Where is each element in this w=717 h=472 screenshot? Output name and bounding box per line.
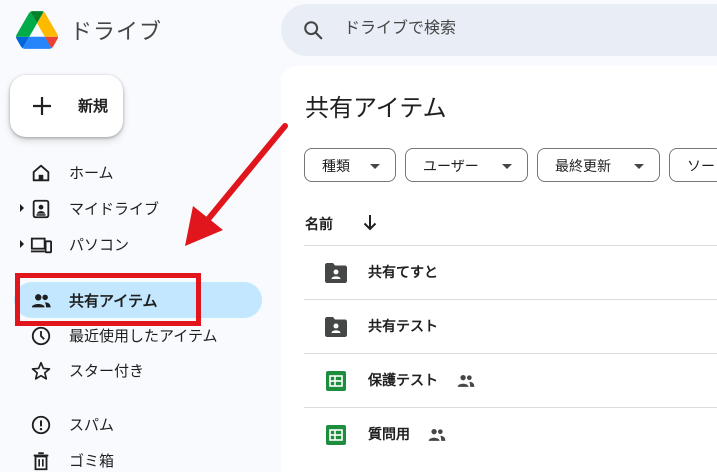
file-name: 共有テスト (368, 319, 438, 335)
dropdown-arrow-icon (502, 164, 512, 169)
page-title: 共有アイテム (305, 94, 447, 122)
search-input[interactable] (344, 18, 644, 37)
computers-icon (30, 237, 52, 254)
search-icon[interactable] (302, 19, 324, 41)
filter-label: 種類 (322, 159, 350, 175)
trash-icon (33, 452, 49, 471)
shared-folder-icon (325, 317, 347, 337)
file-name: 保護テスト (368, 373, 438, 389)
expand-caret-icon[interactable] (20, 204, 24, 212)
sidebar-item-trash[interactable]: ゴミ箱 (14, 442, 262, 472)
main-content: 共有アイテム 種類 ユーザー 最終更新 ソー 名前 共有てすと 共有テスト 保護… (281, 66, 717, 472)
sheets-icon (326, 425, 346, 445)
app-title: ドライブ (70, 20, 163, 45)
file-name: 共有てすと (368, 265, 438, 281)
plus-icon (33, 97, 51, 115)
file-row[interactable]: 保護テスト (304, 353, 717, 407)
shared-people-icon (457, 375, 475, 387)
clock-icon (31, 326, 51, 346)
dropdown-arrow-icon (370, 164, 380, 169)
file-row[interactable]: 共有てすと (304, 245, 717, 299)
star-icon (31, 361, 51, 380)
filter-label: 最終更新 (555, 159, 611, 175)
sheets-icon (326, 371, 346, 391)
file-row[interactable]: 共有テスト (304, 299, 717, 353)
home-icon (32, 164, 50, 182)
spam-icon (31, 415, 51, 435)
sidebar-item-label: ホーム (69, 164, 114, 182)
annotation-highlight-box (15, 273, 201, 326)
filter-source-button[interactable]: ソー (669, 148, 717, 182)
app-header: ドライブ (0, 0, 717, 62)
shared-folder-icon (325, 263, 347, 283)
drive-logo-icon[interactable] (16, 11, 58, 49)
new-button-label: 新規 (78, 97, 109, 115)
sidebar-item-label: マイドライブ (69, 200, 160, 218)
search-bar[interactable] (281, 4, 717, 56)
sidebar-item-label: スター付き (69, 362, 145, 380)
new-button[interactable]: 新規 (10, 75, 123, 137)
sidebar-item-starred[interactable]: スター付き (14, 352, 262, 388)
filter-type-button[interactable]: 種類 (304, 148, 396, 182)
dropdown-arrow-icon (634, 164, 644, 169)
my-drive-icon (32, 199, 50, 219)
sidebar-item-label: 最近使用したアイテム (69, 327, 218, 345)
expand-caret-icon[interactable] (20, 240, 24, 248)
filter-modified-button[interactable]: 最終更新 (537, 148, 660, 182)
filter-people-button[interactable]: ユーザー (405, 148, 528, 182)
name-column-header[interactable]: 名前 (305, 214, 333, 234)
arrow-down-icon[interactable] (361, 212, 379, 232)
file-row[interactable]: 質問用 (304, 407, 717, 461)
sidebar-item-label: パソコン (69, 236, 130, 254)
sidebar-item-label: ゴミ箱 (69, 452, 115, 470)
shared-people-icon (428, 429, 446, 441)
sidebar-item-label: スパム (69, 416, 115, 434)
sidebar-item-spam[interactable]: スパム (14, 406, 262, 442)
file-name: 質問用 (368, 427, 410, 443)
filter-label: ユーザー (423, 159, 479, 175)
filter-label: ソー (687, 159, 715, 175)
annotation-arrow-icon (185, 123, 288, 246)
